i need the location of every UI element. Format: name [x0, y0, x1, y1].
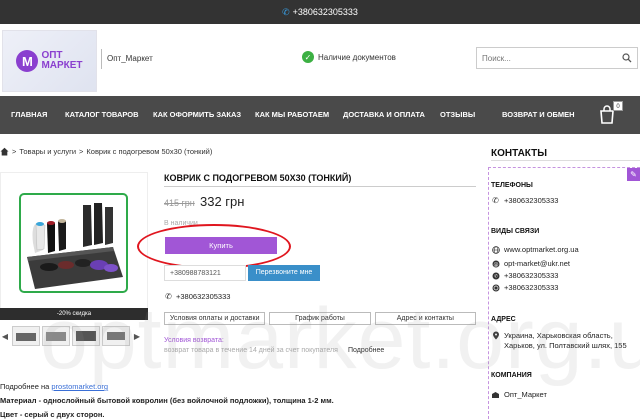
topbar-phone[interactable]: +380632305333: [293, 7, 358, 17]
title-divider: [164, 186, 476, 187]
globe-icon: [491, 245, 500, 254]
current-price: 332 грн: [200, 194, 245, 209]
product-phone-number: +380632305333: [176, 292, 231, 301]
sidebar-website[interactable]: www.optmarket.org.ua: [491, 245, 579, 254]
description-color: Цвет - серый с двух сторон.: [0, 410, 105, 419]
phone-icon: ✆: [492, 196, 499, 205]
phone-icon: ✆: [165, 292, 172, 301]
logo-wordmark: ОПТ МАРКЕТ: [41, 50, 83, 71]
location-pin-icon: [491, 331, 500, 340]
search-icon[interactable]: [617, 53, 637, 63]
thumbnail-strip: ◀ ▶: [0, 326, 148, 348]
nav-item-returns[interactable]: Возврат и обмен: [502, 96, 575, 134]
arrow-left-icon[interactable]: ◀: [0, 326, 10, 346]
edit-pencil-icon[interactable]: ✎: [627, 168, 640, 181]
nav-item-delivery[interactable]: Доставка и оплата: [343, 96, 425, 134]
cart-count-badge: 0: [613, 101, 623, 111]
description-source: Подробнее на prostomarket.org: [0, 382, 109, 391]
return-more-link[interactable]: Подробнее: [348, 347, 384, 354]
sidebar-viber[interactable]: ✆ +380632305333: [491, 271, 558, 280]
logo-mark-icon: M: [16, 50, 39, 72]
return-title: Условия возврата:: [164, 337, 224, 344]
annotation-ellipse: [137, 224, 291, 269]
nav-item-how-we-work[interactable]: Как мы работаем: [255, 96, 329, 134]
tab-payment-delivery[interactable]: Условия оплаты и доставки: [164, 312, 266, 325]
info-tabs: Условия оплаты и доставки График работы …: [164, 312, 476, 325]
nav-item-catalog[interactable]: Каталог товаров: [65, 96, 139, 134]
old-price: 415 грн: [164, 198, 195, 208]
source-link[interactable]: prostomarket.org: [51, 382, 108, 391]
documents-badge[interactable]: ✓ Наличие документов: [302, 51, 396, 63]
phone-icon: ✆: [282, 6, 290, 17]
sidebar-address: Украина, Харьковская область, Харьков, у…: [491, 331, 637, 351]
arrow-right-icon[interactable]: ▶: [132, 326, 142, 346]
callback-phone-input[interactable]: +380988783121: [164, 265, 246, 281]
search-box: [476, 47, 638, 69]
breadcrumb: > Товары и услуги > Коврик с подогревом …: [0, 147, 212, 156]
discount-label: -20% скидка: [0, 308, 148, 320]
svg-text:@: @: [493, 261, 498, 267]
breadcrumb-current: Коврик с подогревом 50х30 (тонкий): [86, 147, 213, 156]
return-text: возврат товара в течение 14 дней за счет…: [164, 347, 338, 354]
breadcrumb-category[interactable]: Товары и услуги: [19, 147, 76, 156]
callback-button[interactable]: Перезвоните мне: [248, 265, 320, 281]
product-title: Коврик с подогревом 50х30 (тонкий): [164, 173, 352, 183]
sidebar-whatsapp[interactable]: +380632305333: [491, 283, 558, 292]
nav-item-how-to-order[interactable]: Как оформить заказ: [153, 96, 241, 134]
sidebar-title-divider: [491, 160, 640, 161]
contact-methods-heading: Виды связи: [491, 228, 540, 235]
sidebar-title: Контакты: [491, 148, 548, 159]
thumbnail[interactable]: [102, 326, 130, 346]
documents-label: Наличие документов: [318, 52, 396, 62]
thumbnail[interactable]: [42, 326, 70, 346]
header-divider: [101, 49, 102, 69]
thumbnail[interactable]: [12, 326, 40, 346]
svg-text:✆: ✆: [494, 273, 498, 279]
search-input[interactable]: [477, 48, 617, 68]
home-icon[interactable]: [0, 147, 9, 156]
top-contact-bar: ✆ +380632305333: [0, 0, 640, 24]
breadcrumb-sep: >: [12, 147, 17, 156]
sidebar-phone[interactable]: ✆ +380632305333: [491, 196, 558, 205]
company-icon: [491, 390, 500, 399]
nav-item-home[interactable]: Главная: [11, 96, 47, 134]
viber-icon: ✆: [491, 271, 500, 280]
brand-name: Опт_Маркет: [107, 54, 153, 63]
check-circle-icon: ✓: [302, 51, 314, 63]
whatsapp-icon: [491, 283, 500, 292]
product-phone[interactable]: ✆ +380632305333: [164, 292, 230, 301]
tab-schedule[interactable]: График работы: [269, 312, 371, 325]
breadcrumb-sep: >: [79, 147, 84, 156]
sidebar-email[interactable]: @ opt-market@ukr.net: [491, 259, 570, 268]
thumbnail[interactable]: [72, 326, 100, 346]
phones-heading: Телефоны: [491, 182, 533, 189]
sidebar-company: Опт_Маркет: [491, 390, 547, 399]
product-image[interactable]: [19, 193, 128, 293]
email-icon: @: [491, 259, 500, 268]
tab-address[interactable]: Адрес и контакты: [374, 312, 476, 325]
nav-item-reviews[interactable]: Отзывы: [440, 96, 475, 134]
description-material: Материал - однослойный бытовой ковролин …: [0, 396, 334, 405]
company-heading: Компания: [491, 372, 532, 379]
site-logo[interactable]: M ОПТ МАРКЕТ: [2, 30, 97, 92]
address-heading: Адрес: [491, 316, 516, 323]
